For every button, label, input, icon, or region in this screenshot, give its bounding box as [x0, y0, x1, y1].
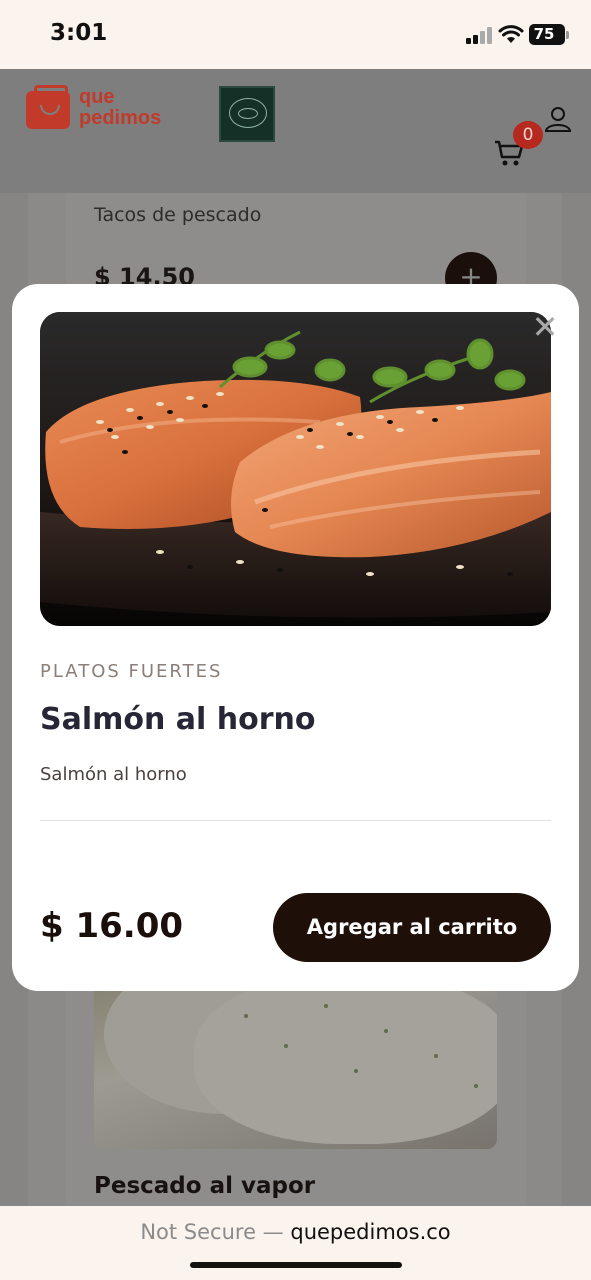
- steamed-fish-image[interactable]: [94, 974, 497, 1149]
- not-secure-label: Not Secure —: [140, 1220, 284, 1244]
- quepedimos-logo-text[interactable]: que pedimos: [79, 87, 161, 129]
- cellular-signal-icon: [466, 27, 494, 44]
- site-header: que pedimos 0: [0, 69, 591, 193]
- battery-icon: 75: [529, 24, 565, 45]
- url-domain: quepedimos.co: [290, 1220, 451, 1244]
- url-display[interactable]: Not Secure — quepedimos.co: [0, 1220, 591, 1244]
- user-account-icon[interactable]: [545, 106, 571, 132]
- status-bar: 3:01 75: [0, 0, 591, 69]
- product-price: $ 16.00: [40, 906, 184, 946]
- restaurant-logo[interactable]: [219, 86, 275, 142]
- fish-icon: [229, 98, 267, 128]
- salmon-dish-image: [40, 312, 551, 626]
- status-time: 3:01: [50, 20, 108, 46]
- modal-divider: [40, 820, 551, 821]
- close-modal-icon[interactable]: ✕: [530, 311, 560, 343]
- salmon-photo: [40, 312, 551, 626]
- battery-tip: [566, 31, 569, 39]
- wifi-icon: [498, 25, 524, 43]
- add-to-cart-button[interactable]: Agregar al carrito: [273, 893, 551, 962]
- cart-count-badge[interactable]: 0: [513, 121, 543, 149]
- battery-level: 75: [533, 25, 555, 43]
- background-item-description: Tacos de pescado: [94, 204, 262, 226]
- logo-line-2: pedimos: [79, 107, 162, 129]
- product-description: Salmón al horno: [40, 764, 187, 785]
- product-title: Salmón al horno: [40, 702, 316, 737]
- background-item-title[interactable]: Pescado al vapor: [94, 1173, 315, 1199]
- product-category: PLATOS FUERTES: [40, 661, 223, 682]
- product-detail-modal: ✕ PLATOS FUERTES Salmón al horno Salmón …: [12, 284, 579, 991]
- home-indicator[interactable]: [190, 1262, 402, 1268]
- browser-address-bar[interactable]: Not Secure — quepedimos.co: [0, 1206, 591, 1280]
- quepedimos-logo-icon[interactable]: [26, 85, 70, 129]
- logo-line-1: que: [79, 86, 115, 108]
